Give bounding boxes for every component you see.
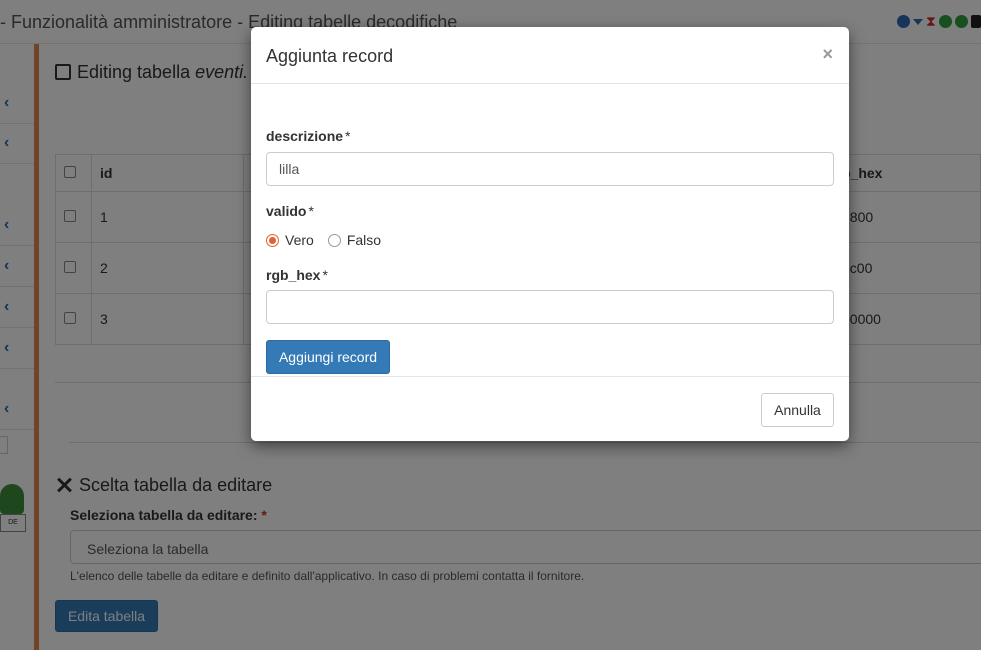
modal-title: Aggiunta record xyxy=(266,46,394,66)
cancel-button[interactable]: Annulla xyxy=(761,393,834,427)
modal-header: Aggiunta record × xyxy=(251,27,849,84)
radio-falso-label[interactable]: Falso xyxy=(347,232,381,248)
rgb-hex-field[interactable] xyxy=(266,290,834,324)
valido-label: valido * xyxy=(266,203,314,219)
required-marker: * xyxy=(322,267,328,283)
modal-footer: Annulla xyxy=(251,376,849,441)
close-icon[interactable]: × xyxy=(822,44,833,65)
descrizione-label: descrizione * xyxy=(266,128,350,144)
valido-label-text: valido xyxy=(266,203,307,219)
radio-vero-label[interactable]: Vero xyxy=(285,232,314,248)
required-marker: * xyxy=(345,128,351,144)
add-record-modal: Aggiunta record × descrizione* valido* V… xyxy=(251,27,849,441)
add-record-button[interactable]: Aggiungi record xyxy=(266,340,390,374)
radio-vero[interactable] xyxy=(266,233,279,247)
rgb-hex-label: rgb_hex * xyxy=(266,267,328,283)
valido-radio-group: Vero Falso xyxy=(266,232,395,248)
required-marker: * xyxy=(308,203,314,219)
descrizione-field[interactable] xyxy=(266,152,834,186)
descrizione-label-text: descrizione xyxy=(266,128,344,144)
rgb-hex-label-text: rgb_hex xyxy=(266,267,321,283)
radio-falso[interactable] xyxy=(327,233,341,247)
